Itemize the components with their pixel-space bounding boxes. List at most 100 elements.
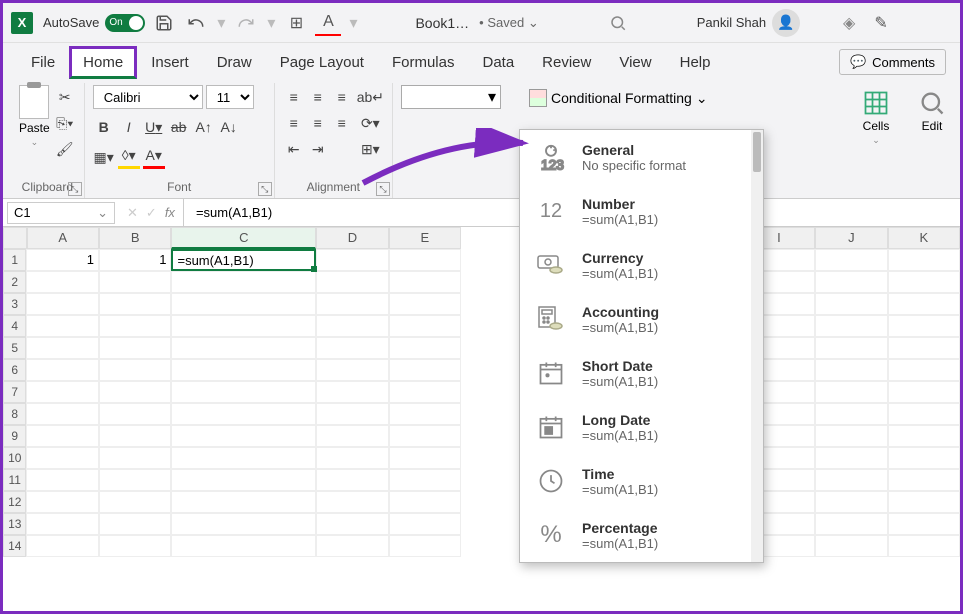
autosave-toggle[interactable]: On	[105, 14, 145, 32]
row-header-1[interactable]: 1	[3, 249, 26, 271]
save-status[interactable]: • Saved ⌄	[479, 15, 539, 31]
cell-e1[interactable]	[389, 249, 462, 271]
format-option-number[interactable]: 12 Number =sum(A1,B1)	[520, 184, 763, 238]
format-option-general[interactable]: 123 General No specific format	[520, 130, 763, 184]
format-option-time[interactable]: Time =sum(A1,B1)	[520, 454, 763, 508]
align-bottom-icon[interactable]: ≡	[331, 85, 353, 109]
col-header-b[interactable]: B	[99, 227, 171, 249]
font-dialog-launcher[interactable]: ⤡	[258, 182, 272, 196]
brush-icon[interactable]: ✎	[868, 10, 894, 36]
bold-button[interactable]: B	[93, 115, 115, 139]
redo-icon[interactable]	[233, 10, 259, 36]
format-option-accounting[interactable]: Accounting =sum(A1,B1)	[520, 292, 763, 346]
tab-view[interactable]: View	[605, 46, 665, 79]
italic-button[interactable]: I	[118, 115, 140, 139]
shrink-font-icon[interactable]: A↓	[218, 115, 240, 139]
borders-icon[interactable]: ▦▾	[93, 145, 115, 169]
tab-formulas[interactable]: Formulas	[378, 46, 469, 79]
fx-icon[interactable]: fx	[165, 205, 175, 220]
merge-icon[interactable]: ⊞▾	[357, 137, 384, 161]
filename[interactable]: Book1…	[415, 15, 469, 31]
tab-data[interactable]: Data	[468, 46, 528, 79]
paste-icon[interactable]	[19, 85, 49, 119]
qat-icon-1[interactable]: ⊞	[283, 10, 309, 36]
tab-review[interactable]: Review	[528, 46, 605, 79]
col-header-j[interactable]: J	[815, 227, 887, 249]
paste-button[interactable]: Paste	[19, 121, 50, 135]
tab-home[interactable]: Home	[69, 46, 137, 79]
col-header-a[interactable]: A	[27, 227, 99, 249]
undo-icon[interactable]	[183, 10, 209, 36]
qat-font-color-icon[interactable]: A	[315, 10, 341, 36]
cells-button[interactable]: Cells ⌄	[856, 85, 896, 150]
align-top-icon[interactable]: ≡	[283, 85, 305, 109]
font-color-icon[interactable]: A▾	[143, 145, 165, 169]
align-right-icon[interactable]: ≡	[331, 111, 353, 135]
orientation-icon[interactable]: ⟳▾	[357, 111, 384, 135]
col-header-k[interactable]: K	[888, 227, 960, 249]
underline-button[interactable]: U▾	[143, 115, 165, 139]
diamond-icon[interactable]: ◈	[836, 10, 862, 36]
tab-file[interactable]: File	[17, 46, 69, 79]
enter-formula-icon[interactable]: ✓	[146, 205, 157, 221]
cut-icon[interactable]: ✂	[54, 85, 76, 109]
align-center-icon[interactable]: ≡	[307, 111, 329, 135]
format-option-long-date[interactable]: Long Date =sum(A1,B1)	[520, 400, 763, 454]
tab-page-layout[interactable]: Page Layout	[266, 46, 378, 79]
save-icon[interactable]	[151, 10, 177, 36]
row-header-5[interactable]: 5	[3, 337, 26, 359]
row-header-2[interactable]: 2	[3, 271, 26, 293]
align-middle-icon[interactable]: ≡	[307, 85, 329, 109]
row-header-11[interactable]: 11	[3, 469, 26, 491]
row-header-14[interactable]: 14	[3, 535, 26, 557]
row-header-9[interactable]: 9	[3, 425, 26, 447]
qat-dropdown-icon[interactable]: ▾	[349, 13, 357, 33]
format-painter-icon[interactable]: 🖌	[54, 137, 76, 161]
copy-icon[interactable]: ⎘▾	[54, 111, 76, 135]
fill-color-icon[interactable]: ◊▾	[118, 145, 140, 169]
align-left-icon[interactable]: ≡	[283, 111, 305, 135]
cancel-formula-icon[interactable]: ✕	[127, 205, 138, 221]
increase-indent-icon[interactable]: ⇥	[307, 137, 329, 161]
name-box[interactable]: C1⌄	[7, 202, 115, 224]
tab-draw[interactable]: Draw	[203, 46, 266, 79]
strike-icon[interactable]: ab	[168, 115, 190, 139]
col-header-d[interactable]: D	[316, 227, 388, 249]
clipboard-dialog-launcher[interactable]: ⤡	[68, 182, 82, 196]
row-header-6[interactable]: 6	[3, 359, 26, 381]
col-header-c[interactable]: C	[171, 227, 316, 249]
format-option-short-date[interactable]: Short Date =sum(A1,B1)	[520, 346, 763, 400]
cell-a1[interactable]: 1	[26, 249, 99, 271]
select-all-corner[interactable]	[3, 227, 27, 249]
wrap-text-icon[interactable]: ab↵	[357, 85, 384, 109]
dropdown-scrollbar[interactable]	[751, 130, 763, 562]
number-format-select[interactable]: ▾	[401, 85, 501, 109]
search-icon[interactable]	[605, 10, 631, 36]
cell-c1-active[interactable]: =sum(A1,B1)	[171, 249, 316, 271]
grow-font-icon[interactable]: A↑	[193, 115, 215, 139]
row-header-13[interactable]: 13	[3, 513, 26, 535]
row-header-4[interactable]: 4	[3, 315, 26, 337]
format-option-percentage[interactable]: % Percentage =sum(A1,B1)	[520, 508, 763, 562]
row-header-3[interactable]: 3	[3, 293, 26, 315]
format-title: Accounting	[582, 304, 749, 320]
user-name: Pankil Shah	[697, 15, 766, 30]
row-header-7[interactable]: 7	[3, 381, 26, 403]
row-header-10[interactable]: 10	[3, 447, 26, 469]
alignment-dialog-launcher[interactable]: ⤡	[376, 182, 390, 196]
edit-button[interactable]: Edit	[912, 85, 952, 137]
user-account[interactable]: Pankil Shah 👤	[697, 9, 800, 37]
font-face-select[interactable]: Calibri	[93, 85, 203, 109]
tab-help[interactable]: Help	[666, 46, 725, 79]
format-option-currency[interactable]: Currency =sum(A1,B1)	[520, 238, 763, 292]
conditional-formatting-button[interactable]: Conditional Formatting ⌄	[527, 85, 710, 111]
row-header-12[interactable]: 12	[3, 491, 26, 513]
col-header-e[interactable]: E	[389, 227, 461, 249]
row-header-8[interactable]: 8	[3, 403, 26, 425]
decrease-indent-icon[interactable]: ⇤	[283, 137, 305, 161]
cell-d1[interactable]	[316, 249, 389, 271]
tab-insert[interactable]: Insert	[137, 46, 203, 79]
cell-b1[interactable]: 1	[99, 249, 172, 271]
font-size-select[interactable]: 11	[206, 85, 254, 109]
comments-button[interactable]: 💬 Comments	[839, 49, 946, 75]
